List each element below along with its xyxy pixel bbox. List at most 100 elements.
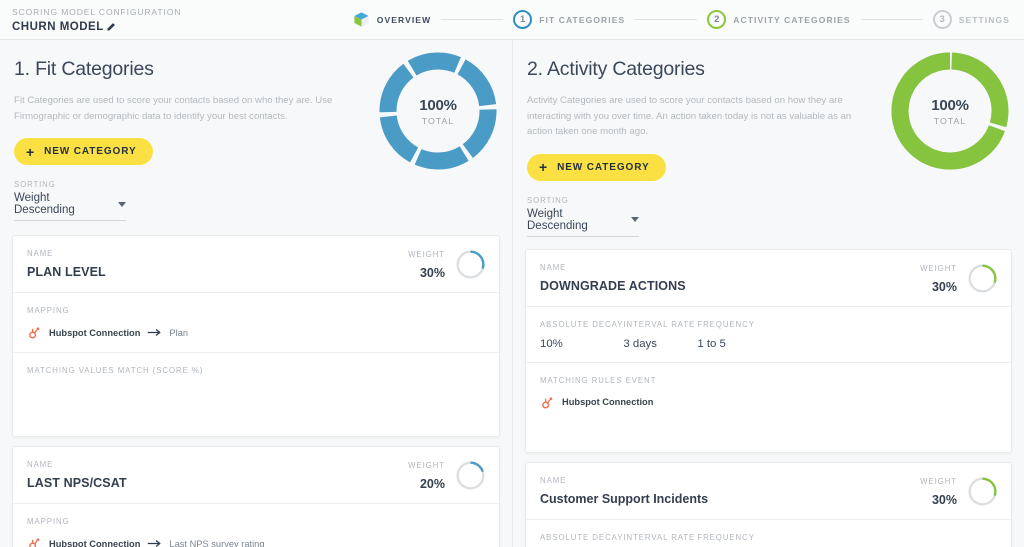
plus-icon: + bbox=[26, 143, 36, 160]
page-title: CHURN MODEL bbox=[12, 21, 104, 33]
activity-weight-ring bbox=[968, 476, 997, 506]
activity-weight-value: 30% bbox=[931, 492, 957, 507]
activity-sorting-block: SORTING Weight Descending bbox=[527, 196, 639, 237]
activity-category-card[interactable]: NAME Customer Support Incidents WEIGHT 3… bbox=[525, 461, 1012, 547]
activity-card-header: NAME Customer Support Incidents WEIGHT 3… bbox=[526, 463, 1011, 520]
activity-decay-grid: ABSOLUTE DECAY 10% INTERVAL RATE 3 days … bbox=[540, 532, 997, 547]
hubspot-icon bbox=[29, 327, 40, 339]
activity-category-name: DOWNGRADE ACTIONS bbox=[540, 278, 686, 293]
name-label: NAME bbox=[540, 262, 567, 272]
chevron-down-icon bbox=[631, 217, 639, 222]
activity-category-card[interactable]: NAME DOWNGRADE ACTIONS WEIGHT 30% ABSOLU… bbox=[525, 248, 1012, 453]
fit-category-name: LAST NPS/CSAT bbox=[27, 476, 127, 490]
name-label: NAME bbox=[27, 460, 54, 469]
fit-sorting-value: Weight Descending bbox=[14, 192, 75, 216]
weight-label: WEIGHT bbox=[920, 476, 957, 486]
fit-card-matching: MATCHING VALUES MATCH (SCORE %) bbox=[13, 353, 499, 436]
step-settings[interactable]: 3 SETTINGS bbox=[932, 10, 1010, 29]
fit-panel-description: Fit Categories are used to score your co… bbox=[14, 95, 333, 122]
hubspot-icon bbox=[29, 538, 40, 547]
activity-rules-area[interactable] bbox=[540, 410, 997, 440]
pencil-icon[interactable] bbox=[105, 22, 116, 33]
fit-weight-value: 30% bbox=[419, 266, 445, 280]
step-settings-label: SETTINGS bbox=[958, 14, 1010, 25]
fit-card-header: NAME LAST NPS/CSAT WEIGHT 20% bbox=[13, 447, 499, 504]
step-activity-categories[interactable]: 2 ACTIVITY CATEGORIES bbox=[707, 10, 850, 29]
step-activity-categories-label: ACTIVITY CATEGORIES bbox=[733, 14, 851, 25]
fit-weight-text: WEIGHT 30% bbox=[408, 249, 445, 280]
activity-weight-ring bbox=[968, 263, 997, 293]
arrow-right-icon bbox=[148, 540, 162, 547]
fit-category-card[interactable]: NAME LAST NPS/CSAT WEIGHT 20% MAPPING Hu… bbox=[12, 446, 500, 547]
name-label: NAME bbox=[27, 249, 54, 258]
absolute-decay-label: ABSOLUTE DECAY bbox=[540, 532, 624, 542]
weight-label: WEIGHT bbox=[920, 263, 957, 273]
fit-new-category-label: NEW CATEGORY bbox=[44, 146, 137, 157]
step-fit-categories-label: FIT CATEGORIES bbox=[539, 14, 626, 25]
absolute-decay-label: ABSOLUTE DECAY bbox=[540, 319, 624, 329]
frequency-col: FREQUENCY 1 to 5 bbox=[697, 319, 779, 350]
step-fit-categories[interactable]: 1 FIT CATEGORIES bbox=[513, 10, 625, 29]
fit-matching-values-area[interactable] bbox=[27, 376, 485, 424]
activity-card-name-block: NAME DOWNGRADE ACTIONS bbox=[540, 262, 686, 293]
step-connector bbox=[635, 19, 698, 20]
activity-categories-panel: 2. Activity Categories Activity Categori… bbox=[512, 40, 1024, 547]
fit-map-target: Last NPS survey rating bbox=[169, 538, 265, 547]
fit-new-category-button[interactable]: + NEW CATEGORY bbox=[14, 138, 153, 165]
activity-new-category-button[interactable]: + NEW CATEGORY bbox=[527, 153, 666, 181]
page-eyebrow: SCORING MODEL CONFIGURATION bbox=[12, 7, 182, 17]
fit-total-donut: 100% TOTAL bbox=[374, 47, 502, 175]
arrow-right-icon bbox=[148, 329, 162, 336]
activity-card-rules: MATCHING RULES EVENT Hubspot Connection bbox=[526, 363, 1011, 452]
fit-card-name-block: NAME PLAN LEVEL bbox=[27, 248, 106, 279]
activity-new-category-label: NEW CATEGORY bbox=[557, 161, 650, 173]
fit-category-list: NAME PLAN LEVEL WEIGHT 30% MAPPING Hubsp… bbox=[0, 221, 512, 547]
fit-weight-text: WEIGHT 20% bbox=[408, 460, 445, 491]
model-title-row: CHURN MODEL bbox=[12, 21, 353, 33]
frequency-label: FREQUENCY bbox=[697, 532, 755, 542]
activity-sorting-select[interactable]: Weight Descending bbox=[527, 208, 639, 237]
step-overview[interactable]: OVERVIEW bbox=[353, 11, 431, 28]
fit-sorting-label: SORTING bbox=[14, 180, 56, 189]
step-number-1: 1 bbox=[513, 10, 533, 29]
activity-connection-name: Hubspot Connection bbox=[562, 397, 654, 407]
panels-container: 1. Fit Categories Fit Categories are use… bbox=[0, 40, 1024, 547]
weight-label: WEIGHT bbox=[408, 461, 445, 470]
activity-card-weight-block: WEIGHT 30% bbox=[920, 262, 999, 295]
activity-sorting-value: Weight Descending bbox=[527, 207, 588, 232]
absolute-decay-col: ABSOLUTE DECAY 10% bbox=[540, 532, 623, 547]
activity-card-decay: ABSOLUTE DECAY 10% INTERVAL RATE 3 days … bbox=[526, 307, 1011, 363]
fit-card-mapping: MAPPING Hubspot Connection bbox=[13, 504, 499, 547]
hubspot-icon bbox=[542, 396, 553, 409]
fit-connection-name: Hubspot Connection bbox=[49, 327, 141, 338]
matching-rules-label: MATCHING RULES EVENT bbox=[540, 375, 657, 385]
fit-category-card[interactable]: NAME PLAN LEVEL WEIGHT 30% MAPPING Hubsp… bbox=[12, 235, 500, 437]
step-number-2: 2 bbox=[707, 10, 727, 29]
activity-weight-text: WEIGHT 30% bbox=[920, 476, 957, 507]
activity-panel-header: 2. Activity Categories Activity Categori… bbox=[513, 40, 1024, 237]
chevron-down-icon bbox=[118, 201, 126, 207]
weight-label: WEIGHT bbox=[408, 250, 445, 259]
activity-card-name-block: NAME Customer Support Incidents bbox=[540, 475, 708, 506]
fit-card-weight-block: WEIGHT 30% bbox=[408, 248, 487, 281]
mapping-label: MAPPING bbox=[27, 517, 70, 526]
cube-icon bbox=[353, 11, 370, 28]
frequency-value: 1 to 5 bbox=[697, 337, 726, 350]
interval-rate-label: INTERVAL RATE bbox=[623, 532, 696, 542]
plus-icon: + bbox=[539, 159, 549, 175]
fit-weight-ring bbox=[456, 461, 485, 490]
absolute-decay-value: 10% bbox=[540, 337, 563, 350]
activity-weight-value: 30% bbox=[931, 279, 957, 294]
fit-map-target: Plan bbox=[169, 327, 189, 338]
activity-weight-text: WEIGHT 30% bbox=[920, 263, 957, 294]
top-bar: SCORING MODEL CONFIGURATION CHURN MODEL … bbox=[0, 0, 1024, 40]
fit-connection-name: Hubspot Connection bbox=[49, 538, 141, 547]
step-connector bbox=[441, 19, 504, 20]
fit-weight-value: 20% bbox=[419, 477, 445, 491]
interval-rate-col: INTERVAL RATE 3 days bbox=[623, 532, 697, 547]
step-number-3: 3 bbox=[932, 10, 952, 29]
fit-mapping-row: Hubspot Connection Plan bbox=[27, 325, 485, 340]
fit-sorting-select[interactable]: Weight Descending bbox=[14, 192, 126, 221]
frequency-label: FREQUENCY bbox=[697, 319, 755, 329]
name-label: NAME bbox=[540, 475, 567, 485]
